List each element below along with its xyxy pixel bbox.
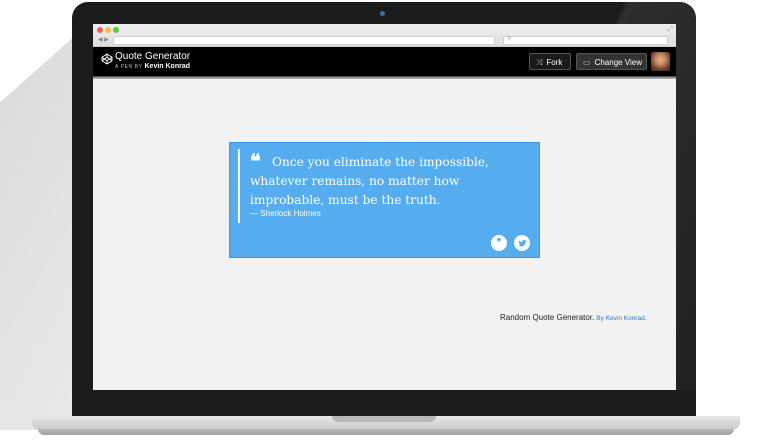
pen-byline: A PEN BY Kevin Konrad [115,63,190,70]
quote-icon: ❞ [496,238,502,248]
fork-label: Fork [546,58,563,67]
codepen-logo-icon[interactable] [101,53,113,65]
author-link[interactable]: Kevin Konrad [145,63,191,70]
pen-title: Quote Generator [115,51,191,62]
header-divider [93,76,676,79]
footer-author-link[interactable]: By Kevin Konrad. [596,315,646,322]
laptop-notch [332,416,436,422]
laptop-screen: ◀ ▶ ⚲ ⤢ Quote Generator A PEN BY Kevin K… [93,24,676,390]
tweet-button[interactable] [514,235,530,251]
new-quote-button[interactable]: ❞ [491,235,507,251]
search-icon: ⚲ [507,36,512,42]
quote-text: Once you eliminate the impossible, whate… [250,155,489,207]
change-view-label: Change View [594,58,643,67]
footer-credit: Random Quote Generator. By Kevin Konrad. [500,313,647,322]
close-window-button[interactable] [97,27,103,33]
maximize-window-button[interactable] [113,27,119,33]
browser-search-bar[interactable]: ⚲ [503,36,668,45]
camera-dot [380,11,385,16]
fork-icon: ⤨ [536,58,543,67]
nav-arrows-icon[interactable]: ◀ ▶ [98,36,109,43]
byline-prefix: A PEN BY [115,64,143,70]
laptop-foot [38,429,734,435]
quote-author: — Sherlock Holmes [250,209,321,218]
fullscreen-icon[interactable]: ⤢ [667,26,673,34]
minimize-window-button[interactable] [105,27,111,33]
window-icon: ▭ [583,58,591,67]
codepen-header: Quote Generator A PEN BY Kevin Konrad ⤨ F… [93,47,676,76]
avatar[interactable] [651,52,670,71]
browser-toolbar: ◀ ▶ ⚲ ⤢ [93,24,676,47]
twitter-icon [517,239,527,247]
footer-text: Random Quote Generator. [500,313,595,322]
fork-button[interactable]: ⤨ Fork [529,53,571,70]
change-view-button[interactable]: ▭ Change View [576,53,647,70]
quote-card: ❝ Once you eliminate the impossible, wha… [229,142,540,258]
address-bar[interactable] [113,36,495,45]
quote-accent-bar [238,149,240,223]
